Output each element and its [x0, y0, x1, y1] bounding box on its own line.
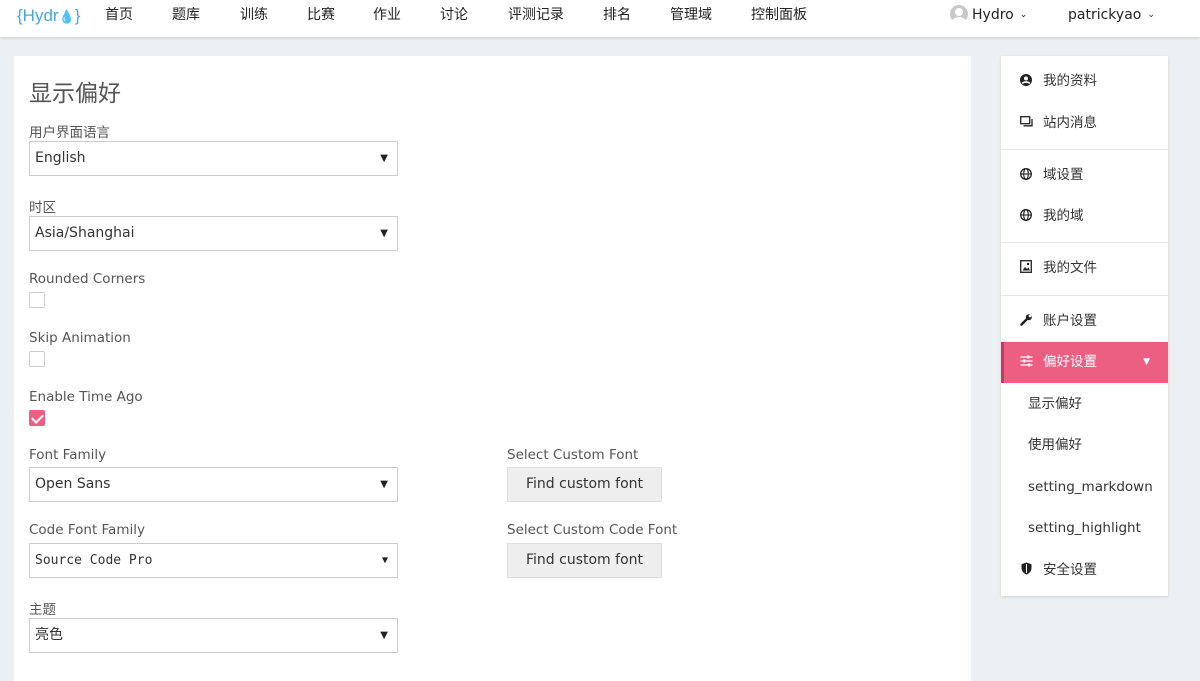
- rounded-corners-label: Rounded Corners: [29, 271, 146, 287]
- nav-item-homework[interactable]: 作业: [373, 0, 401, 30]
- nav-item-manage-domain[interactable]: 管理域: [670, 0, 712, 30]
- sidebar-item-messages[interactable]: 站内消息: [1001, 103, 1168, 144]
- find-custom-font-button[interactable]: Find custom font: [507, 467, 662, 502]
- water-drop-icon: 💧: [58, 9, 75, 24]
- find-custom-code-font-button[interactable]: Find custom font: [507, 543, 662, 578]
- code-font-family-label: Code Font Family: [29, 522, 145, 538]
- skip-animation-label: Skip Animation: [29, 330, 131, 346]
- nav-item-problems[interactable]: 题库: [172, 0, 200, 30]
- custom-code-font-label: Select Custom Code Font: [507, 522, 678, 538]
- sidebar-subitem-usage-preferences[interactable]: 使用偏好: [1001, 425, 1168, 466]
- logo-text-right: }: [74, 6, 81, 25]
- username-label: patrickyao: [1068, 7, 1142, 23]
- domain-label: Hydro: [972, 7, 1014, 23]
- chevron-down-icon: ▼: [380, 630, 388, 641]
- chevron-down-icon: ▼: [380, 228, 388, 239]
- user-circle-icon: [1019, 61, 1033, 102]
- nav-item-control-panel[interactable]: 控制面板: [751, 0, 807, 30]
- domain-switcher[interactable]: Hydro ⌄: [950, 0, 1027, 30]
- globe-icon: [1019, 155, 1033, 196]
- sliders-icon: [1019, 342, 1033, 383]
- message-icon: [1019, 103, 1033, 144]
- settings-sidebar: 我的资料 站内消息 域设置 我的域 我的文件 账户设置 偏好设置 ▼ 显示偏好 …: [1001, 56, 1168, 596]
- sidebar-item-label: 使用偏好: [1028, 437, 1082, 453]
- ui-language-label: 用户界面语言: [29, 125, 110, 141]
- sidebar-item-label: setting_markdown: [1028, 479, 1153, 495]
- nav-item-training[interactable]: 训练: [240, 0, 268, 30]
- ui-language-select[interactable]: English ▼: [29, 141, 398, 176]
- sidebar-item-label: 我的域: [1043, 208, 1084, 224]
- globe-icon: [1019, 196, 1033, 237]
- settings-panel: 显示偏好 用户界面语言 English ▼ 时区 Asia/Shanghai ▼…: [14, 56, 971, 681]
- sidebar-subitem-setting-highlight[interactable]: setting_highlight: [1001, 508, 1168, 549]
- ui-language-value: English: [35, 150, 86, 166]
- font-family-select[interactable]: Open Sans ▼: [29, 467, 398, 502]
- timezone-value: Asia/Shanghai: [35, 225, 135, 241]
- page-title: 显示偏好: [29, 81, 121, 107]
- sidebar-item-security-settings[interactable]: 安全设置: [1001, 550, 1168, 591]
- sidebar-item-my-domains[interactable]: 我的域: [1001, 196, 1168, 237]
- sidebar-item-label: 站内消息: [1043, 115, 1097, 131]
- code-font-family-select[interactable]: Source Code Pro ▼: [29, 543, 398, 578]
- user-menu[interactable]: patrickyao ⌄: [1068, 0, 1155, 30]
- sidebar-subitem-display-preferences[interactable]: 显示偏好: [1001, 384, 1168, 425]
- timezone-label: 时区: [29, 200, 56, 216]
- sidebar-item-label: 我的文件: [1043, 260, 1097, 276]
- chevron-down-icon: ⌄: [1019, 10, 1028, 20]
- chevron-down-icon: ▼: [1143, 357, 1150, 367]
- rounded-corners-checkbox[interactable]: [29, 292, 45, 308]
- timezone-select[interactable]: Asia/Shanghai ▼: [29, 216, 398, 251]
- divider: [1001, 295, 1168, 296]
- font-family-value: Open Sans: [35, 476, 111, 492]
- font-family-label: Font Family: [29, 447, 107, 463]
- enable-time-ago-checkbox[interactable]: [29, 410, 45, 426]
- theme-label: 主题: [29, 602, 56, 618]
- avatar: [950, 5, 968, 23]
- sidebar-item-domain-settings[interactable]: 域设置: [1001, 155, 1168, 196]
- code-font-family-value: Source Code Pro: [35, 553, 153, 568]
- sidebar-subitem-setting-markdown[interactable]: setting_markdown: [1001, 467, 1168, 508]
- skip-animation-checkbox[interactable]: [29, 351, 45, 367]
- sidebar-item-label: 域设置: [1043, 167, 1084, 183]
- sidebar-item-label: 显示偏好: [1028, 396, 1082, 412]
- sidebar-item-preferences[interactable]: 偏好设置 ▼: [1001, 342, 1168, 383]
- nav-item-home[interactable]: 首页: [105, 0, 133, 30]
- top-nav: {Hydr💧} 首页 题库 训练 比赛 作业 讨论 评测记录 排名 管理域 控制…: [0, 0, 1200, 37]
- nav-item-discussion[interactable]: 讨论: [440, 0, 468, 30]
- chevron-down-icon: ▼: [381, 555, 388, 566]
- nav-item-records[interactable]: 评测记录: [508, 0, 564, 30]
- theme-select[interactable]: 亮色 ▼: [29, 618, 398, 653]
- shield-icon: [1019, 550, 1033, 591]
- sidebar-item-label: 我的资料: [1043, 73, 1097, 89]
- divider: [1001, 242, 1168, 243]
- chevron-down-icon: ⌄: [1147, 10, 1155, 20]
- sidebar-item-label: 偏好设置: [1043, 354, 1097, 370]
- sidebar-item-label: setting_highlight: [1028, 520, 1141, 536]
- sidebar-item-label: 账户设置: [1043, 313, 1097, 329]
- chevron-down-icon: ▼: [380, 153, 388, 164]
- sidebar-item-profile[interactable]: 我的资料: [1001, 61, 1168, 102]
- divider: [1001, 149, 1168, 150]
- chevron-down-icon: ▼: [380, 479, 388, 490]
- sidebar-item-my-files[interactable]: 我的文件: [1001, 248, 1168, 289]
- custom-font-label: Select Custom Font: [507, 447, 639, 463]
- file-image-icon: [1019, 248, 1033, 289]
- nav-item-contests[interactable]: 比赛: [307, 0, 335, 30]
- logo-text-left: {Hydr: [17, 6, 59, 25]
- sidebar-item-account-settings[interactable]: 账户设置: [1001, 301, 1168, 342]
- hydro-logo[interactable]: {Hydr💧}: [17, 6, 80, 26]
- enable-time-ago-label: Enable Time Ago: [29, 389, 143, 405]
- sidebar-item-label: 安全设置: [1043, 562, 1097, 578]
- wrench-icon: [1019, 301, 1033, 342]
- nav-item-ranking[interactable]: 排名: [603, 0, 631, 30]
- theme-value: 亮色: [35, 627, 63, 643]
